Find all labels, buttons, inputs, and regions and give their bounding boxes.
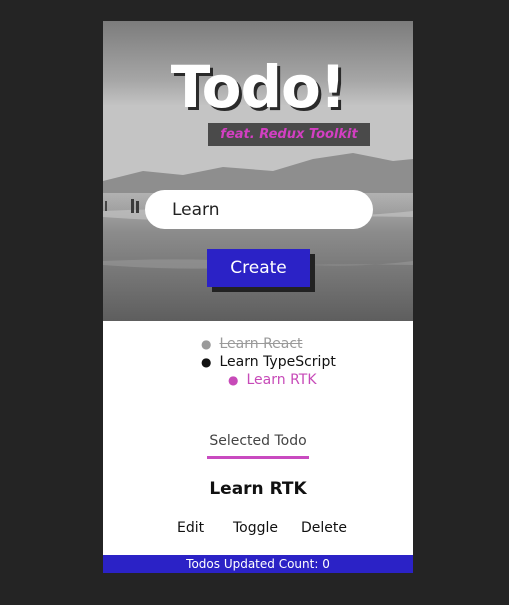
app-title: Todo! bbox=[170, 53, 347, 121]
toggle-button[interactable]: Toggle bbox=[233, 519, 278, 537]
new-todo-input[interactable] bbox=[145, 190, 373, 229]
selected-heading-underline bbox=[207, 456, 309, 459]
todo-list: ● Learn React ● Learn TypeScript ● Learn… bbox=[103, 335, 413, 389]
edit-button[interactable]: Edit bbox=[177, 519, 204, 537]
todo-input-wrapper bbox=[145, 190, 373, 229]
todo-item-text: Learn React bbox=[219, 336, 303, 352]
bullet-icon: ● bbox=[201, 337, 212, 351]
selected-todo-actions: Edit Toggle Delete bbox=[103, 519, 413, 537]
create-button[interactable]: Create bbox=[207, 249, 310, 287]
bullet-icon: ● bbox=[228, 373, 239, 387]
hero-banner: Todo! feat. Redux Toolkit Create bbox=[103, 21, 413, 321]
selected-todo-heading: Selected Todo bbox=[209, 433, 307, 449]
todo-app: Todo! feat. Redux Toolkit Create ● Learn… bbox=[103, 21, 413, 573]
selected-todo-name: Learn RTK bbox=[209, 479, 307, 499]
update-counter-footer: Todos Updated Count: 0 bbox=[103, 555, 413, 573]
todo-item-selected[interactable]: ● Learn RTK bbox=[103, 371, 413, 389]
bullet-icon: ● bbox=[201, 355, 212, 369]
todo-item-text: Learn TypeScript bbox=[219, 354, 336, 370]
todo-item-text: Learn RTK bbox=[246, 372, 317, 388]
delete-button[interactable]: Delete bbox=[301, 519, 347, 537]
todo-item[interactable]: ● Learn React bbox=[103, 335, 413, 353]
app-subtitle: feat. Redux Toolkit bbox=[208, 123, 370, 146]
todo-item[interactable]: ● Learn TypeScript bbox=[103, 353, 413, 371]
